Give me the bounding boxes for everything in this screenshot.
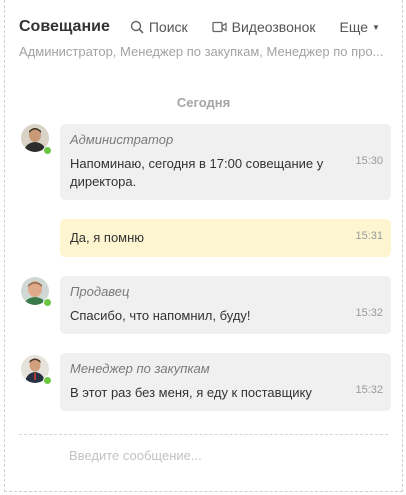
message-time: 15:32 xyxy=(355,384,383,396)
online-indicator xyxy=(43,146,52,155)
chat-title: Совещание xyxy=(19,18,110,35)
video-call-button[interactable]: Видеозвонок xyxy=(211,19,316,35)
video-camera-icon xyxy=(211,21,227,33)
message-author[interactable]: Продавец xyxy=(70,284,381,299)
search-icon xyxy=(130,20,144,34)
message-time: 15:30 xyxy=(355,155,383,167)
message-time: 15:32 xyxy=(355,307,383,319)
message-author[interactable]: Администратор xyxy=(70,132,381,147)
chat-members[interactable]: Администратор, Менеджер по закупкам, Мен… xyxy=(19,44,387,59)
online-indicator xyxy=(43,298,52,307)
message-text: Напоминаю, сегодня в 17:00 совещание у д… xyxy=(70,156,324,189)
message: Продавец Спасибо, что напомнил, буду! 15… xyxy=(60,276,391,334)
message-text: Спасибо, что напомнил, буду! xyxy=(70,308,251,323)
message: Менеджер по закупкам В этот раз без меня… xyxy=(60,353,391,411)
composer-divider xyxy=(19,434,388,435)
online-indicator xyxy=(43,376,52,385)
caret-down-icon: ▼ xyxy=(372,22,380,32)
chat-window: Совещание Поиск Видеозвонок Еще ▼ Админи… xyxy=(4,0,403,492)
message: Администратор Напоминаю, сегодня в 17:00… xyxy=(60,124,391,200)
search-button[interactable]: Поиск xyxy=(130,19,188,35)
more-button[interactable]: Еще ▼ xyxy=(340,19,380,35)
video-call-label: Видеозвонок xyxy=(231,19,316,35)
message-author[interactable]: Менеджер по закупкам xyxy=(70,361,381,376)
message-text: Да, я помню xyxy=(70,230,145,245)
chat-header: Совещание Поиск Видеозвонок Еще ▼ xyxy=(19,14,392,40)
more-label: Еще xyxy=(339,19,369,35)
message-input[interactable] xyxy=(67,444,391,466)
message-time: 15:31 xyxy=(355,230,383,242)
search-label: Поиск xyxy=(148,19,188,35)
message-text: В этот раз без меня, я еду к поставщику xyxy=(70,385,312,400)
date-separator: Сегодня xyxy=(176,95,231,110)
own-message: Да, я помню 15:31 xyxy=(60,219,391,257)
